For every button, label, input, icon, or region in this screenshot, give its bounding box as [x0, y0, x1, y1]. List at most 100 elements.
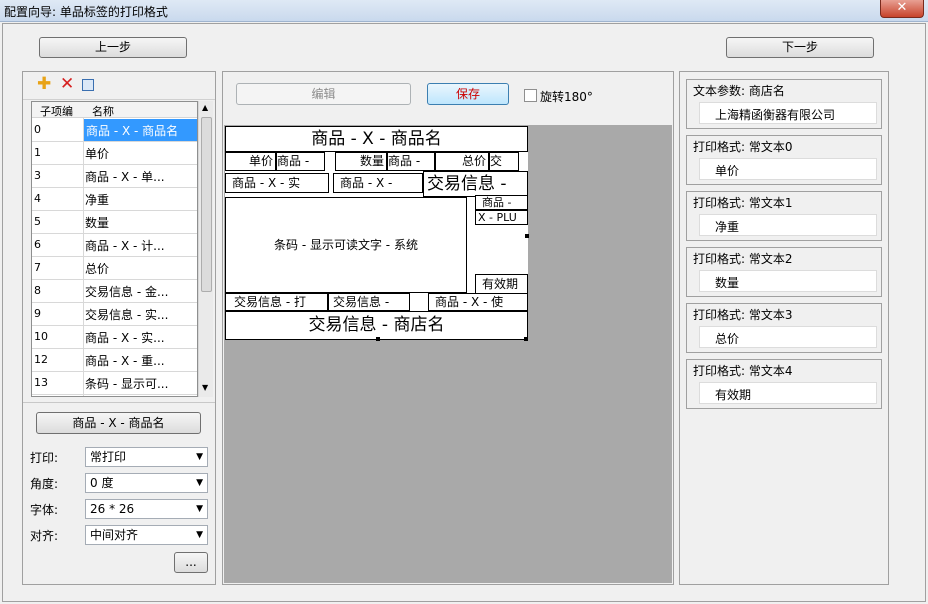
prev-step-button[interactable]: 上一步 — [39, 37, 187, 58]
preview-trade-info[interactable]: 交易信息 - — [423, 171, 528, 197]
more-button[interactable]: ... — [174, 552, 208, 573]
print-label: 打印: — [30, 451, 59, 465]
item-id: 10 — [34, 330, 48, 343]
param-title: 打印格式: 常文本1 — [693, 196, 793, 210]
rotate-checkbox[interactable] — [524, 89, 537, 102]
list-item[interactable]: 3 商品 - X - 单... — [32, 165, 197, 188]
copy-icon[interactable] — [82, 79, 94, 91]
item-name: 交易信息 - 实... — [85, 308, 169, 322]
delete-icon[interactable]: ✕ — [60, 76, 74, 93]
preview-unit-price-label[interactable]: 单价 — [225, 152, 276, 171]
list-item[interactable]: 6 商品 - X - 计... — [32, 234, 197, 257]
list-header: 子项编 名称 — [32, 102, 197, 118]
list-item[interactable]: 9 交易信息 - 实... — [32, 303, 197, 326]
param-input[interactable]: 数量 — [699, 270, 877, 292]
param-input[interactable]: 总价 — [699, 326, 877, 348]
properties-divider — [23, 402, 215, 403]
param-input[interactable]: 单价 — [699, 158, 877, 180]
preview-barcode[interactable]: 条码 - 显示可读文字 - 系统 — [225, 197, 467, 293]
preview-qty-label[interactable]: 数量 — [335, 152, 387, 171]
preview-side-1[interactable]: 商品 - — [475, 195, 528, 210]
item-name: 商品 - X - 单... — [85, 170, 165, 184]
item-id: 13 — [34, 376, 48, 389]
align-value: 中间对齐 — [90, 528, 139, 542]
resize-handle[interactable] — [525, 234, 529, 238]
list-item[interactable]: 7 总价 — [32, 257, 197, 280]
scroll-down-icon[interactable]: ▼ — [202, 383, 208, 392]
add-icon[interactable]: ✚ — [37, 76, 51, 93]
item-name: 单价 — [85, 147, 110, 161]
param-title: 打印格式: 常文本4 — [693, 364, 793, 378]
rotate-label: 旋转180° — [540, 90, 593, 104]
list-item[interactable]: 10 商品 - X - 实... — [32, 326, 197, 349]
preview-side-2[interactable]: X - PLU — [475, 210, 528, 225]
label-preview: 商品 - X - 商品名 单价 商品 - 数量 商品 - 总价 交 商品 - X… — [225, 126, 529, 341]
preview-qty-value[interactable]: 商品 - — [387, 152, 435, 171]
next-step-button[interactable]: 下一步 — [726, 37, 874, 58]
font-select[interactable]: 26 * 26 ▼ — [85, 499, 208, 519]
align-label: 对齐: — [30, 529, 59, 543]
list-scrollbar[interactable]: ▲ ▼ — [198, 101, 213, 397]
chevron-down-icon: ▼ — [196, 530, 203, 540]
param-input[interactable]: 有效期 — [699, 382, 877, 404]
resize-handle[interactable] — [376, 337, 380, 341]
item-name: 商品 - X - 重... — [85, 354, 165, 368]
list-item[interactable]: 5 数量 — [32, 211, 197, 234]
scroll-up-icon[interactable]: ▲ — [202, 103, 208, 112]
window-title: 配置向导: 单品标签的打印格式 — [4, 5, 168, 19]
preview-use[interactable]: 商品 - X - 使 — [428, 293, 528, 311]
align-select[interactable]: 中间对齐 ▼ — [85, 525, 208, 545]
list-item[interactable]: 8 交易信息 - 金... — [32, 280, 197, 303]
print-select[interactable]: 常打印 ▼ — [85, 447, 208, 467]
save-button[interactable]: 保存 — [427, 83, 509, 105]
preview-expiry[interactable]: 有效期 — [475, 274, 528, 294]
header-name: 名称 — [92, 105, 114, 118]
field-name-button[interactable]: 商品 - X - 商品名 — [36, 412, 201, 434]
edit-button[interactable]: 编辑 — [236, 83, 411, 105]
item-id: 6 — [34, 238, 41, 251]
item-id: 9 — [34, 307, 41, 320]
preview-trade-2[interactable]: 交易信息 - — [328, 293, 410, 311]
item-id: 5 — [34, 215, 41, 228]
close-button[interactable]: ✕ — [880, 0, 924, 18]
chevron-down-icon: ▼ — [196, 504, 203, 514]
param-input[interactable]: 净重 — [699, 214, 877, 236]
resize-handle[interactable] — [524, 337, 528, 341]
param-title: 打印格式: 常文本2 — [693, 252, 793, 266]
preview-unit-price-value[interactable]: 商品 - — [276, 152, 325, 171]
list-item[interactable]: 0 商品 - X - 商品名 — [32, 119, 197, 142]
item-name: 交易信息 - 金... — [85, 285, 169, 299]
list-item[interactable]: 13 条码 - 显示可... — [32, 372, 197, 395]
item-name: 商品 - X - 实... — [85, 331, 165, 345]
preview-item-2[interactable]: 商品 - X - — [333, 173, 423, 193]
chevron-down-icon: ▼ — [196, 452, 203, 462]
item-name: 总价 — [85, 262, 110, 276]
list-item[interactable]: 12 商品 - X - 重... — [32, 349, 197, 372]
param-store-name: 文本参数: 商店名 上海精函衡器有限公司 — [686, 79, 882, 129]
preview-total-value[interactable]: 交 — [489, 152, 519, 171]
item-name: 数量 — [85, 216, 110, 230]
angle-value: 0 度 — [90, 476, 114, 490]
preview-title[interactable]: 商品 - X - 商品名 — [225, 126, 528, 152]
title-bar: 配置向导: 单品标签的打印格式 ✕ — [0, 0, 928, 22]
param-input[interactable]: 上海精函衡器有限公司 — [699, 102, 877, 124]
angle-select[interactable]: 0 度 ▼ — [85, 473, 208, 493]
list-toolbar: ✚ ✕ — [23, 72, 215, 100]
angle-label: 角度: — [30, 477, 59, 491]
param-text-3: 打印格式: 常文本3 总价 — [686, 303, 882, 353]
print-value: 常打印 — [90, 450, 127, 464]
item-id: 4 — [34, 192, 41, 205]
scroll-thumb[interactable] — [201, 117, 212, 292]
font-value: 26 * 26 — [90, 502, 135, 516]
param-text-4: 打印格式: 常文本4 有效期 — [686, 359, 882, 409]
font-label: 字体: — [30, 503, 59, 517]
item-name: 条码 - 显示可... — [85, 377, 169, 391]
param-text-0: 打印格式: 常文本0 单价 — [686, 135, 882, 185]
list-item[interactable]: 4 净重 — [32, 188, 197, 211]
list-item[interactable]: 1 单价 — [32, 142, 197, 165]
preview-trade-1[interactable]: 交易信息 - 打 — [225, 293, 328, 311]
item-list: 子项编 名称 0 商品 - X - 商品名 1 单价 3 商品 - X - 单... … — [31, 101, 198, 397]
preview-footer[interactable]: 交易信息 - 商店名 — [225, 311, 528, 340]
preview-total-label[interactable]: 总价 — [435, 152, 489, 171]
preview-item-1[interactable]: 商品 - X - 实 — [225, 173, 329, 193]
